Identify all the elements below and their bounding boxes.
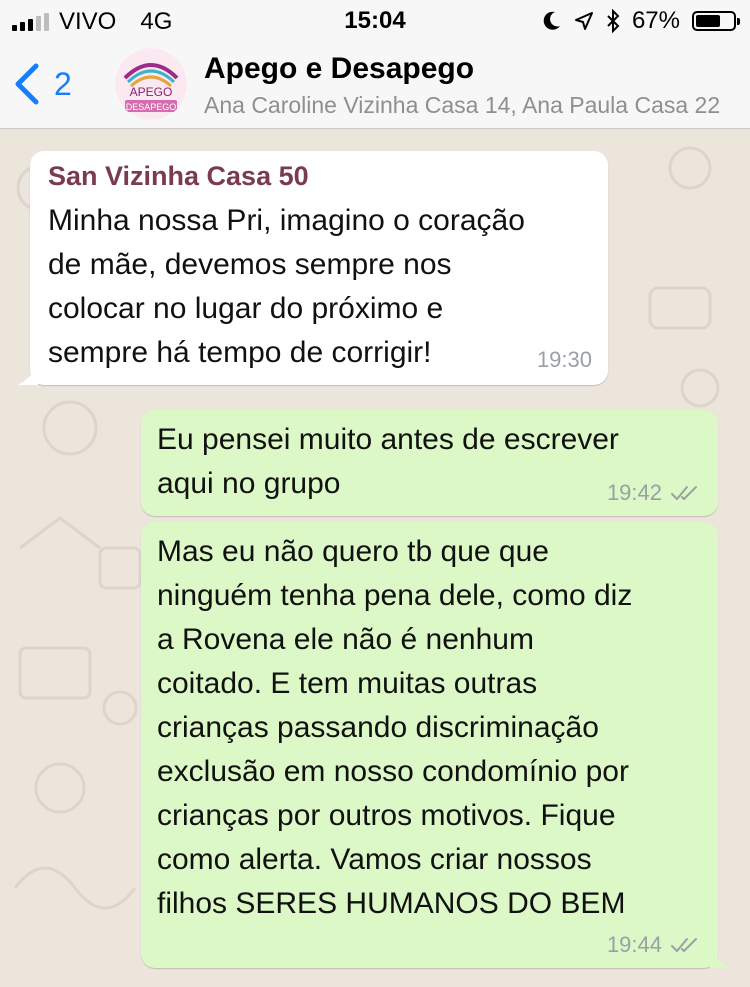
read-receipt-icon <box>671 486 697 500</box>
moon-icon <box>543 11 560 30</box>
bubble-tail <box>18 365 38 385</box>
message-time: 19:42 <box>606 480 662 505</box>
group-logo: APEGO DESAPEGO <box>115 48 187 120</box>
battery-percent: 67% <box>631 7 680 34</box>
chevron-left-icon <box>15 63 39 105</box>
unread-count: 2 <box>54 65 72 102</box>
message-meta: 19:30 <box>537 347 592 373</box>
message-meta: 19:44 <box>607 932 700 958</box>
sender-name: San Vizinha Casa 50 <box>48 161 309 191</box>
chat-header: 2 APEGO DESAPEGO Apego e Desapego Ana Ca… <box>0 40 750 129</box>
bubble-tail <box>710 948 730 968</box>
location-icon <box>574 12 593 30</box>
message-bubble-outgoing[interactable]: Eu pensei muito antes de escrever aqui n… <box>141 410 718 516</box>
group-members[interactable]: Ana Caroline Vizinha Casa 14, Ana Paula … <box>204 92 732 119</box>
message-time: 19:30 <box>536 347 592 372</box>
svg-text:DESAPEGO: DESAPEGO <box>126 102 177 112</box>
message-text: Eu pensei muito antes de escrever aqui n… <box>157 423 619 500</box>
read-receipt-icon <box>671 938 697 952</box>
bluetooth-icon <box>607 9 620 33</box>
message-meta: 19:42 <box>607 480 700 506</box>
group-title[interactable]: Apego e Desapego <box>204 52 474 86</box>
message-text: Minha nossa Pri, imagino o coração de mã… <box>48 204 525 369</box>
back-button[interactable]: 2 <box>14 62 72 106</box>
message-bubble-outgoing[interactable]: Mas eu não quero tb que que ninguém tenh… <box>141 522 730 968</box>
status-bar: VIVO 4G 15:04 67% <box>0 0 750 40</box>
message-time: 19:44 <box>606 932 662 957</box>
svg-text:APEGO: APEGO <box>130 85 173 99</box>
message-bubble-incoming[interactable]: San Vizinha Casa 50 Minha nossa Pri, ima… <box>18 151 608 385</box>
message-text: Mas eu não quero tb que que ninguém tenh… <box>157 535 633 920</box>
group-avatar[interactable]: APEGO DESAPEGO <box>115 48 187 120</box>
battery-icon <box>692 11 740 31</box>
